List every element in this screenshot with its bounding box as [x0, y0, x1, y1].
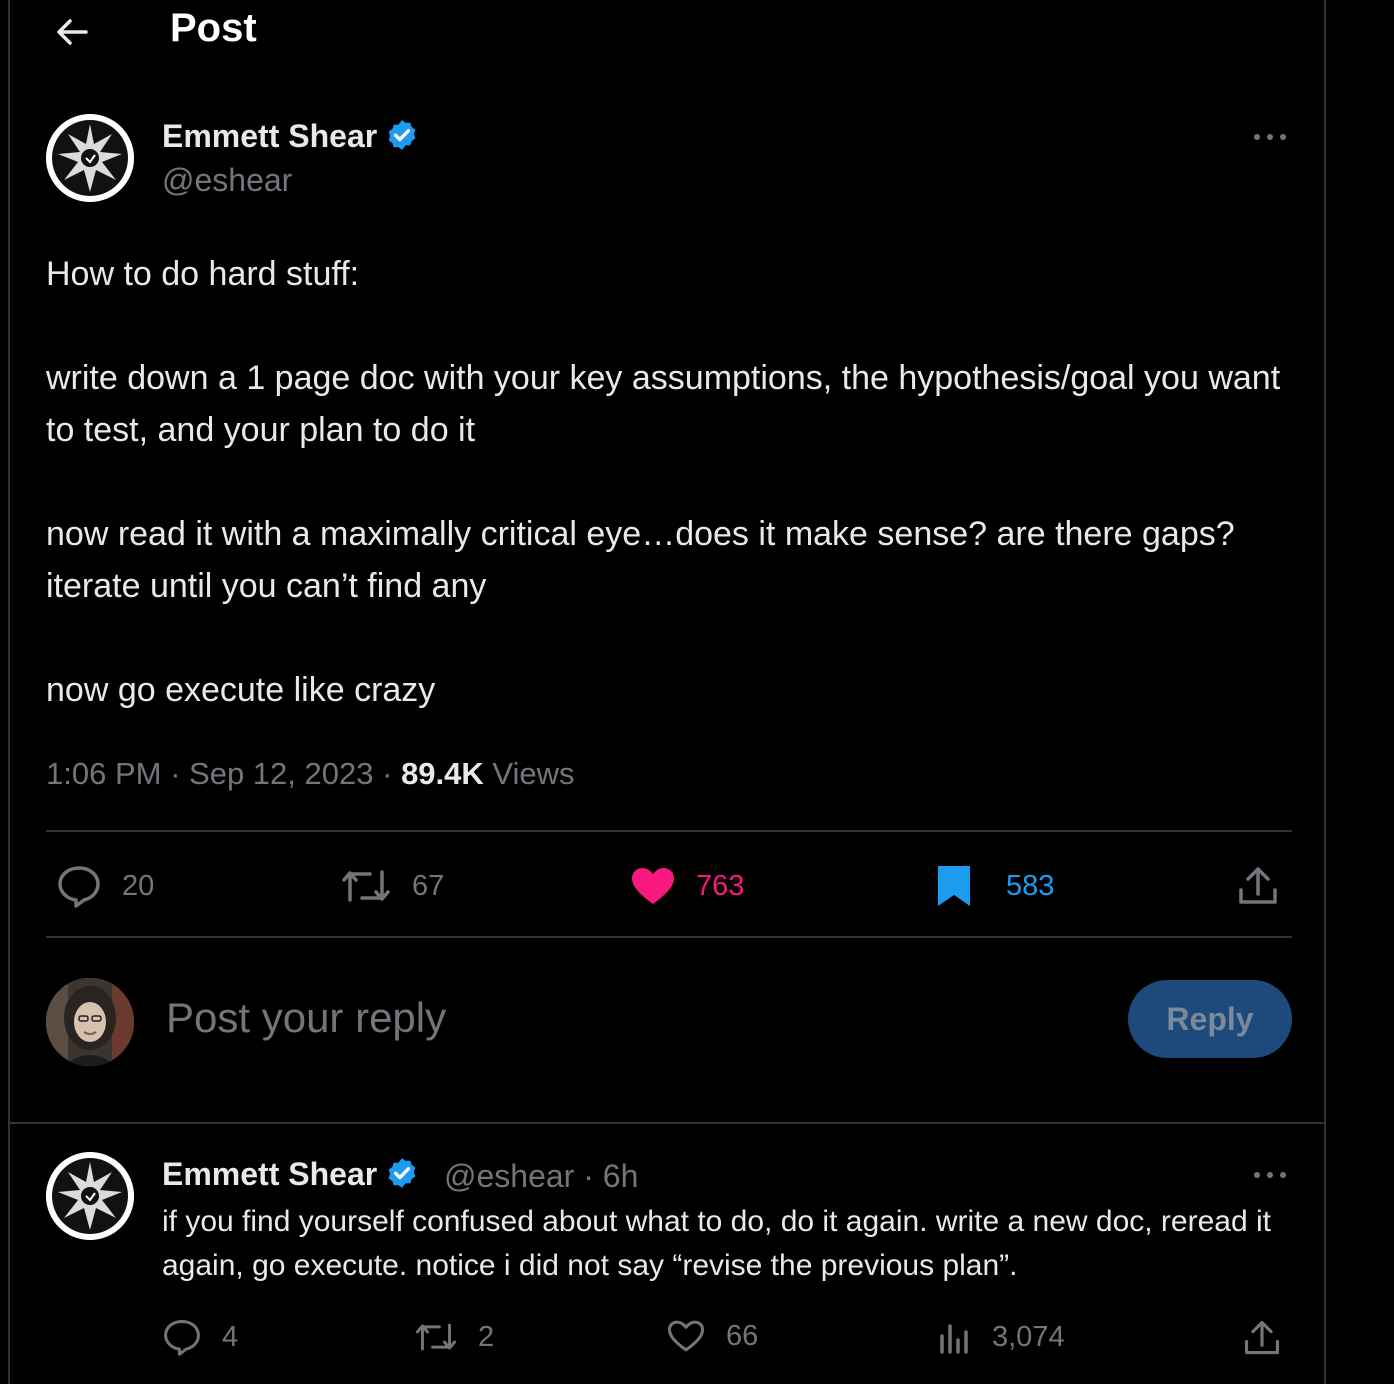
- tweet-paragraph: now go execute like crazy: [46, 671, 436, 709]
- author-name[interactable]: Emmett Shear: [162, 118, 419, 155]
- reply-author-avatar[interactable]: [46, 1152, 134, 1240]
- tweet-time[interactable]: 1:06 PM: [46, 756, 161, 791]
- separator-dot: ·: [382, 756, 393, 791]
- separator-dot: ·: [170, 756, 181, 791]
- reply-count: 20: [122, 869, 155, 902]
- reply-input[interactable]: Post your reply: [166, 994, 446, 1042]
- tweet-paragraph: write down a 1 page doc with your key as…: [46, 359, 1281, 449]
- share-icon: [1239, 867, 1277, 904]
- heart-filled-icon: [632, 868, 674, 904]
- bookmark-count: 583: [1006, 869, 1055, 902]
- reply-share-action[interactable]: [1242, 1318, 1282, 1358]
- bookmark-action[interactable]: 583: [936, 864, 1054, 908]
- reply-views-count: 3,074: [992, 1320, 1065, 1353]
- reply-composer: Post your reply Reply: [46, 978, 1292, 1068]
- views-label: Views: [492, 756, 575, 791]
- user-avatar[interactable]: [46, 978, 134, 1066]
- reply-author-name-text: Emmett Shear: [162, 1156, 378, 1192]
- reply-reply-action[interactable]: 4: [162, 1318, 238, 1356]
- post-column: Post Emmett Shear @eshear How to do hard…: [8, 0, 1326, 1384]
- share-action[interactable]: [1236, 864, 1280, 908]
- back-arrow-icon[interactable]: [52, 12, 92, 52]
- verified-badge-icon: [388, 1158, 416, 1188]
- reply-author-handle[interactable]: @eshear: [444, 1158, 574, 1194]
- reply-bubble-icon: [58, 866, 100, 908]
- section-divider: [10, 1122, 1324, 1124]
- reply-age[interactable]: · 6h: [583, 1158, 638, 1194]
- repost-icon: [342, 870, 390, 902]
- reply-author-name[interactable]: Emmett Shear: [162, 1156, 419, 1193]
- reply-like-count: 66: [726, 1319, 759, 1352]
- reply-reply-count: 4: [222, 1320, 239, 1353]
- repost-icon: [415, 1323, 457, 1351]
- reply-like-action[interactable]: 66: [666, 1318, 758, 1354]
- reply-more-options-icon[interactable]: [1250, 1165, 1290, 1185]
- reply-bubble-icon: [164, 1319, 200, 1356]
- reply-action[interactable]: 20: [56, 864, 154, 908]
- header: Post: [10, 0, 1324, 64]
- bookmark-filled-icon: [938, 866, 970, 906]
- views-chart-icon: [940, 1324, 968, 1354]
- page-title: Post: [170, 6, 257, 50]
- heart-outline-icon: [667, 1320, 705, 1352]
- views-count: 89.4K: [401, 756, 484, 791]
- tweet-meta: 1:06 PM · Sep 12, 2023 · 89.4K Views: [46, 756, 575, 792]
- reply-views-action[interactable]: 3,074: [936, 1318, 1065, 1356]
- share-icon: [1244, 1320, 1280, 1355]
- author-avatar[interactable]: [46, 114, 134, 202]
- tweet-date[interactable]: Sep 12, 2023: [189, 756, 373, 791]
- more-options-icon[interactable]: [1250, 127, 1290, 147]
- reply-repost-count: 2: [478, 1320, 495, 1353]
- divider: [46, 936, 1292, 938]
- repost-count: 67: [412, 869, 445, 902]
- author-name-text: Emmett Shear: [162, 118, 378, 154]
- reply-handle-age: @eshear · 6h: [444, 1158, 638, 1195]
- like-count: 763: [696, 869, 745, 902]
- author-handle[interactable]: @eshear: [162, 162, 292, 199]
- reply-button[interactable]: Reply: [1128, 980, 1292, 1058]
- tweet-paragraph: How to do hard stuff:: [46, 255, 360, 293]
- reply-repost-action[interactable]: 2: [414, 1318, 494, 1356]
- tweet-paragraph: now read it with a maximally critical ey…: [46, 515, 1235, 605]
- verified-badge-icon: [388, 120, 416, 150]
- tweet-text: How to do hard stuff: write down a 1 pag…: [46, 248, 1286, 716]
- divider: [46, 830, 1292, 832]
- repost-action[interactable]: 67: [340, 864, 444, 908]
- like-action[interactable]: 763: [630, 866, 744, 906]
- reply-text: if you find yourself confused about what…: [162, 1205, 1271, 1282]
